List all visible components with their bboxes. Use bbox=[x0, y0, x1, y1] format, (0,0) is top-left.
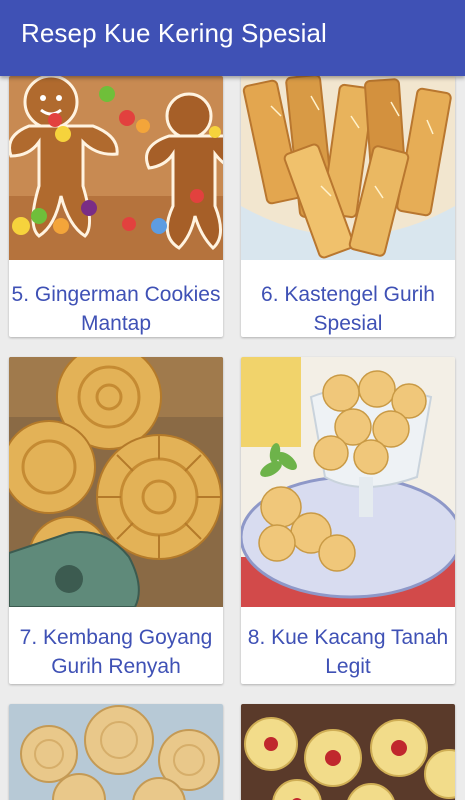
recipe-photo-cherry-cookies bbox=[241, 704, 455, 800]
recipe-card-kue-kacang-tanah[interactable]: 8. Kue Kacang Tanah Legit bbox=[241, 357, 455, 684]
recipe-photo-kue-kacang-tanah bbox=[241, 357, 455, 607]
recipe-card-partial-right[interactable] bbox=[241, 704, 455, 800]
app-title: Resep Kue Kering Spesial bbox=[21, 18, 327, 48]
recipe-card-kastengel[interactable]: 6. Kastengel Gurih Spesial bbox=[241, 76, 455, 337]
recipe-title: 6. Kastengel Gurih Spesial bbox=[261, 283, 435, 335]
recipe-card-partial-left[interactable] bbox=[9, 704, 223, 800]
recipe-title: 5. Gingerman Cookies Mantap bbox=[11, 283, 221, 335]
app-bar: Resep Kue Kering Spesial bbox=[0, 0, 465, 76]
recipe-photo-butter-cookies bbox=[9, 704, 223, 800]
recipe-photo-gingerman-cookies bbox=[9, 76, 223, 260]
recipe-photo-kastengel bbox=[241, 76, 455, 260]
recipe-title: 8. Kue Kacang Tanah Legit bbox=[247, 626, 449, 678]
recipe-card-kembang-goyang[interactable]: 7. Kembang Goyang Gurih Renyah bbox=[9, 357, 223, 684]
recipe-card-gingerman-cookies[interactable]: 5. Gingerman Cookies Mantap bbox=[9, 76, 223, 337]
recipe-grid[interactable]: 5. Gingerman Cookies Mantap 6. Kastengel… bbox=[0, 76, 465, 800]
recipe-photo-kembang-goyang bbox=[9, 357, 223, 607]
recipe-title: 7. Kembang Goyang Gurih Renyah bbox=[19, 626, 213, 678]
